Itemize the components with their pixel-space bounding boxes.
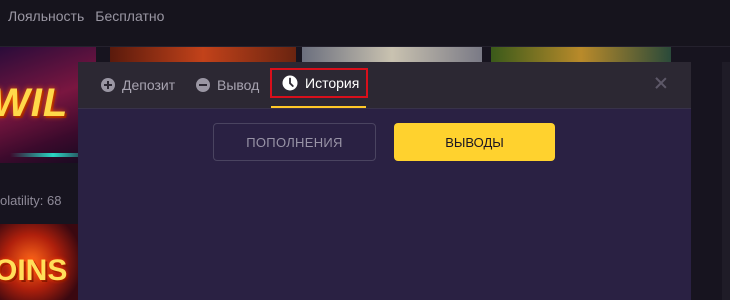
deposits-history-button[interactable]: ПОПОЛНЕНИЯ — [213, 123, 376, 161]
withdrawals-history-button[interactable]: ВЫВОДЫ — [394, 123, 555, 161]
nav-item-loyalty[interactable]: Лояльность — [8, 8, 84, 24]
minus-circle-icon — [196, 78, 210, 92]
volatility-label: olatility: 68 — [0, 193, 62, 208]
tab-withdraw-label: Вывод — [217, 77, 260, 93]
clock-icon — [282, 75, 298, 91]
game-tile-logo: WIL — [0, 81, 69, 125]
tab-history[interactable]: История — [270, 68, 368, 98]
active-tab-indicator — [271, 106, 366, 108]
top-nav: Лояльность Бесплатно — [8, 8, 164, 24]
game-tile-coins[interactable]: OINS — [0, 224, 78, 300]
nav-item-free[interactable]: Бесплатно — [95, 8, 164, 24]
close-icon[interactable] — [654, 76, 668, 90]
tab-deposit[interactable]: Депозит — [101, 62, 175, 108]
scrollbar-area — [722, 62, 730, 300]
game-tile-3[interactable] — [491, 47, 671, 63]
plus-circle-icon — [101, 78, 115, 92]
cashier-modal: Депозит Вывод История ПОПОЛНЕНИЯ ВЫВОДЫ — [78, 62, 691, 300]
game-tile-2[interactable] — [302, 47, 482, 63]
tab-deposit-label: Депозит — [122, 77, 176, 93]
top-bar: Лояльность Бесплатно — [0, 0, 730, 47]
game-tile-logo: OINS — [0, 254, 68, 287]
tab-withdraw[interactable]: Вывод — [196, 62, 259, 108]
modal-header: Депозит Вывод История — [78, 62, 691, 109]
tab-history-label: История — [305, 75, 360, 91]
game-tile-1[interactable] — [110, 47, 296, 63]
